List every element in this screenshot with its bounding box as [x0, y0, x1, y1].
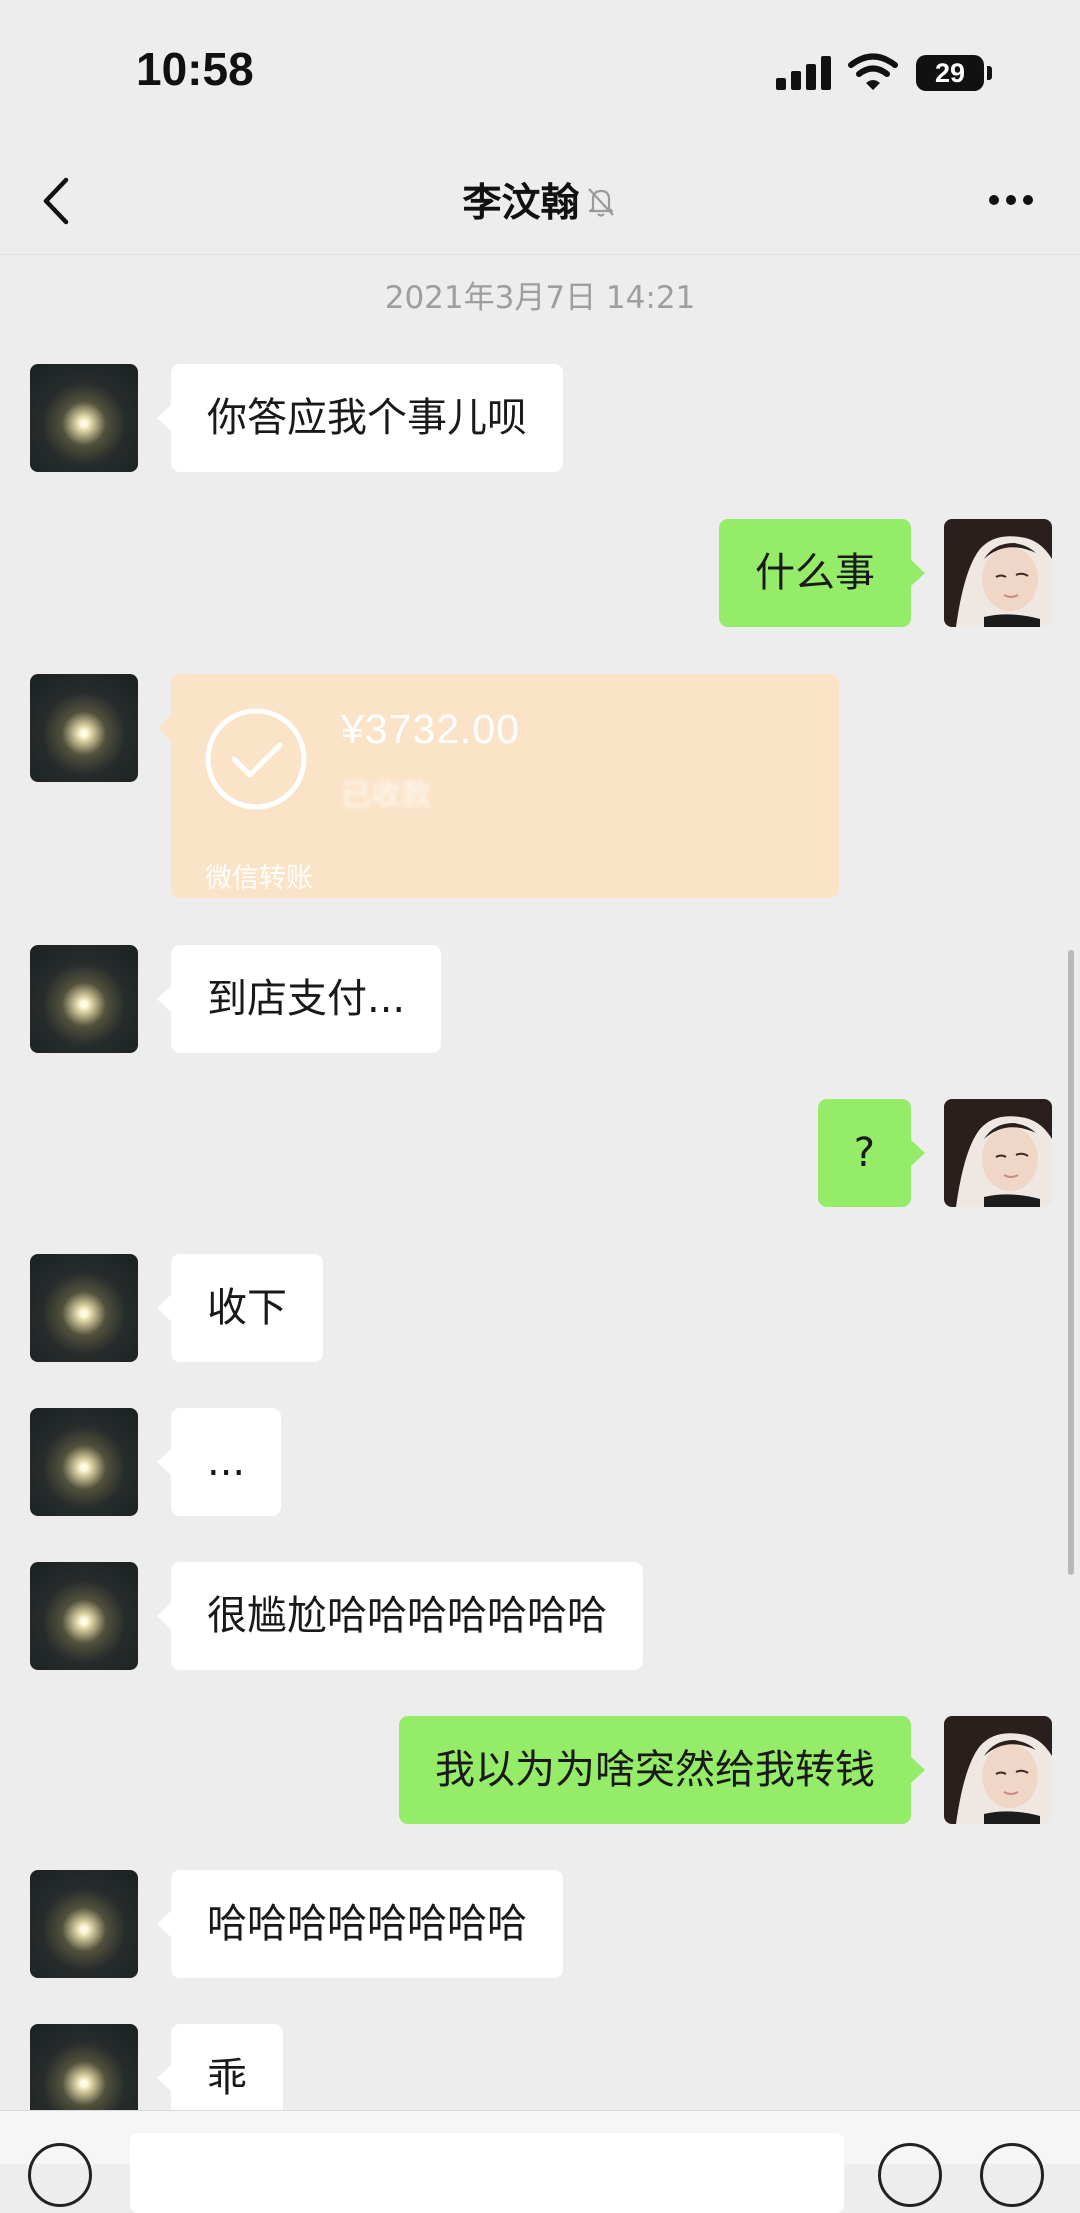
status-time: 10:58: [136, 43, 254, 95]
message-row: ...: [0, 1408, 1080, 1516]
sent-message-bubble[interactable]: 什么事: [719, 519, 925, 627]
more-dots-icon[interactable]: [986, 180, 1036, 220]
emoji-icon[interactable]: [878, 2143, 942, 2207]
cellular-signal-icon: [776, 56, 832, 90]
plus-icon[interactable]: [980, 2143, 1044, 2207]
user-avatar[interactable]: [944, 519, 1052, 627]
transfer-status: 已收款: [341, 778, 431, 813]
message-row: 很尴尬哈哈哈哈哈哈哈: [0, 1562, 1080, 1670]
received-message-bubble[interactable]: 哈哈哈哈哈哈哈哈: [157, 1870, 563, 1978]
sent-message-bubble[interactable]: 我以为为啥突然给我转钱: [399, 1716, 925, 1824]
message-row: 你答应我个事儿呗: [0, 364, 1080, 472]
status-bar: 10:58 29: [0, 0, 1080, 150]
contact-avatar[interactable]: [30, 945, 138, 1053]
received-message-bubble[interactable]: 到店支付...: [156, 945, 442, 1053]
chat-scrollbar[interactable]: [1068, 950, 1074, 1575]
mute-bell-icon: [587, 188, 614, 217]
user-avatar[interactable]: [944, 1099, 1052, 1207]
user-avatar-photo: [944, 519, 1052, 627]
message-row: 什么事: [0, 519, 1080, 627]
message-row: ¥3732.00 已收款 微信转账: [0, 674, 1080, 898]
message-input-bar: [0, 2110, 1080, 2213]
received-message-bubble[interactable]: 你答应我个事儿呗: [157, 364, 563, 472]
check-circle-icon: [205, 708, 307, 810]
user-avatar-photo: [944, 1716, 1052, 1824]
transfer-source-label: 微信转账: [205, 863, 313, 894]
contact-avatar[interactable]: [30, 1870, 138, 1978]
contact-avatar[interactable]: [30, 1254, 138, 1362]
voice-input-icon[interactable]: [28, 2143, 92, 2207]
contact-name: 李汶翰: [462, 181, 580, 226]
received-message-bubble[interactable]: ...: [156, 1408, 282, 1516]
user-avatar[interactable]: [944, 1716, 1052, 1824]
chat-timestamp: 2021年3月7日 14:21: [384, 280, 696, 316]
contact-avatar[interactable]: [30, 1562, 138, 1670]
user-avatar-photo: [944, 1099, 1052, 1207]
message-row: 哈哈哈哈哈哈哈哈: [0, 1870, 1080, 1978]
message-row: 收下: [0, 1254, 1080, 1362]
received-message-bubble[interactable]: 收下: [157, 1254, 323, 1362]
chat-header: 李汶翰: [0, 150, 1080, 255]
contact-avatar[interactable]: [30, 674, 138, 782]
money-transfer-card[interactable]: ¥3732.00 已收款 微信转账: [157, 674, 839, 898]
message-row: ?: [0, 1099, 1080, 1207]
battery-icon: 29: [916, 55, 984, 91]
sent-message-bubble[interactable]: ?: [817, 1099, 926, 1207]
contact-avatar[interactable]: [30, 364, 138, 472]
message-text-input[interactable]: [130, 2133, 844, 2213]
transfer-amount: ¥3732.00: [341, 706, 521, 752]
chat-title: 李汶翰: [0, 172, 1080, 228]
message-row: 到店支付...: [0, 945, 1080, 1053]
battery-cap: [987, 66, 992, 80]
wifi-icon: [848, 53, 898, 90]
contact-avatar[interactable]: [30, 1408, 138, 1516]
received-message-bubble[interactable]: 很尴尬哈哈哈哈哈哈哈: [157, 1562, 643, 1670]
message-row: 我以为为啥突然给我转钱: [0, 1716, 1080, 1824]
